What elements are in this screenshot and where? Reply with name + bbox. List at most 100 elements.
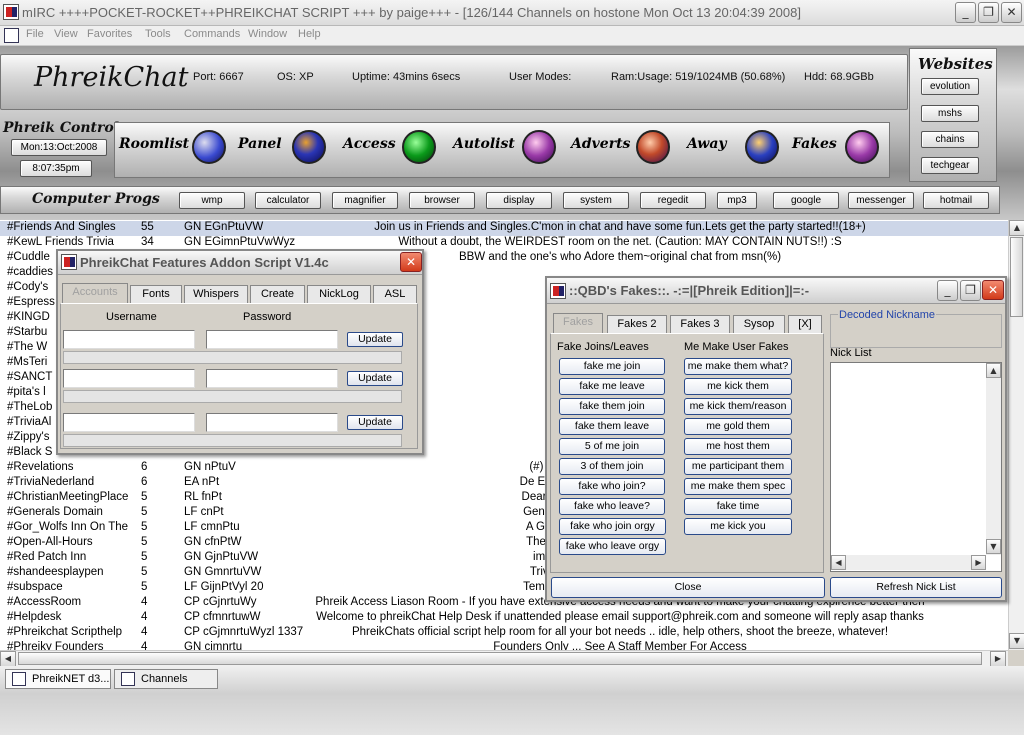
fake-join-button[interactable]: fake them join bbox=[559, 398, 665, 415]
minimize-button[interactable]: _ bbox=[955, 2, 976, 23]
username-input-2[interactable] bbox=[63, 369, 195, 388]
tab-fakes[interactable]: Fakes bbox=[553, 313, 603, 333]
tab-asl[interactable]: ASL bbox=[373, 285, 417, 303]
user-fake-button[interactable]: me make them spec bbox=[684, 478, 792, 495]
password-input-2[interactable] bbox=[206, 369, 338, 388]
control-autolist-label[interactable]: Autolist bbox=[453, 136, 515, 152]
user-fake-button[interactable]: me make them what? bbox=[684, 358, 792, 375]
channel-row[interactable]: #Helpdesk 4 CP cfmnrtuwW Welcome to phreikC… bbox=[0, 611, 1008, 626]
update-button-3[interactable]: Update bbox=[347, 415, 403, 430]
fake-join-button[interactable]: fake me join bbox=[559, 358, 665, 375]
prog-system-button[interactable]: system bbox=[563, 192, 629, 209]
tab-fakes-2[interactable]: Fakes 2 bbox=[607, 315, 667, 333]
prog-google-button[interactable]: google bbox=[773, 192, 839, 209]
fakes-title-bar[interactable]: ::QBD's Fakes::. -:=|[Phreik Edition]|=:… bbox=[547, 278, 1005, 304]
control-adverts-label[interactable]: Adverts bbox=[571, 136, 630, 152]
access-dollar-icon[interactable] bbox=[402, 130, 436, 164]
prog-hotmail-button[interactable]: hotmail bbox=[923, 192, 989, 209]
tab-whispers[interactable]: Whispers bbox=[184, 285, 248, 303]
scroll-right-icon[interactable]: ▶ bbox=[990, 651, 1006, 667]
hscroll-thumb[interactable] bbox=[18, 652, 982, 665]
tab-create[interactable]: Create bbox=[250, 285, 305, 303]
window-title-bar[interactable]: mIRC ++++POCKET-ROCKET++PHREIKCHAT SCRIP… bbox=[0, 0, 1024, 26]
close-button[interactable]: ✕ bbox=[1001, 2, 1022, 23]
control-access-label[interactable]: Access bbox=[343, 136, 396, 152]
roomlist-orb-icon[interactable] bbox=[192, 130, 226, 164]
tab-accounts[interactable]: Accounts bbox=[62, 283, 128, 303]
prog-mp3-button[interactable]: mp3 bbox=[717, 192, 757, 209]
prog-magnifier-button[interactable]: magnifier bbox=[332, 192, 398, 209]
fakes-maximize-button[interactable]: ❐ bbox=[960, 280, 981, 301]
fakes-close-button[interactable]: ✕ bbox=[982, 280, 1004, 300]
task-channels[interactable]: Channels bbox=[114, 669, 218, 689]
prog-wmp-button[interactable]: wmp bbox=[179, 192, 245, 209]
website-techgear-button[interactable]: techgear bbox=[921, 157, 979, 174]
menu-help[interactable]: Help bbox=[298, 28, 321, 40]
user-fake-button[interactable]: me gold them bbox=[684, 418, 792, 435]
task-phreiknet[interactable]: PhreikNET d3... bbox=[5, 669, 111, 689]
channel-row[interactable]: #Phreiky Founders 4 GN cjmnrtu Founders Onl… bbox=[0, 641, 1008, 650]
password-input-1[interactable] bbox=[206, 330, 338, 349]
tab-fonts[interactable]: Fonts bbox=[130, 285, 182, 303]
prog-messenger-button[interactable]: messenger bbox=[848, 192, 914, 209]
channel-row[interactable]: #Friends And Singles 55 GN EGnPtuVW Join us… bbox=[0, 221, 1008, 236]
prog-regedit-button[interactable]: regedit bbox=[640, 192, 706, 209]
fake-join-button[interactable]: fake who join? bbox=[559, 478, 665, 495]
prog-browser-button[interactable]: browser bbox=[409, 192, 475, 209]
scroll-left-icon[interactable]: ◀ bbox=[0, 651, 16, 667]
refresh-nicklist-button[interactable]: Refresh Nick List bbox=[830, 577, 1002, 598]
prog-display-button[interactable]: display bbox=[486, 192, 552, 209]
horizontal-scrollbar[interactable]: ◀ ▶ bbox=[0, 650, 1008, 667]
fake-join-button[interactable]: fake who leave orgy bbox=[559, 538, 666, 555]
nicklist-right-icon[interactable]: ▶ bbox=[971, 555, 986, 570]
nicklist-hscrollbar[interactable]: ◀ ▶ bbox=[831, 555, 986, 570]
website-mshs-button[interactable]: mshs bbox=[921, 105, 979, 122]
tab-nicklog[interactable]: NickLog bbox=[307, 285, 371, 303]
control-panel-label[interactable]: Panel bbox=[238, 136, 282, 152]
vertical-scrollbar[interactable]: ▲ ▼ bbox=[1008, 220, 1024, 650]
username-input-1[interactable] bbox=[63, 330, 195, 349]
user-fake-button[interactable]: me kick them bbox=[684, 378, 792, 395]
close-button-dialog[interactable]: Close bbox=[551, 577, 825, 598]
menu-commands[interactable]: Commands bbox=[184, 28, 240, 40]
scroll-down-icon[interactable]: ▼ bbox=[1009, 633, 1024, 649]
fake-join-button[interactable]: fake who join orgy bbox=[559, 518, 666, 535]
user-fake-button[interactable]: me kick you bbox=[684, 518, 792, 535]
addon-close-button[interactable]: ✕ bbox=[400, 252, 422, 272]
menu-view[interactable]: View bbox=[54, 28, 78, 40]
menu-window[interactable]: Window bbox=[248, 28, 287, 40]
addon-title-bar[interactable]: PhreikChat Features Addon Script V1.4c ✕ bbox=[58, 251, 422, 275]
user-fake-button[interactable]: fake time bbox=[684, 498, 792, 515]
control-roomlist-label[interactable]: Roomlist bbox=[119, 136, 189, 152]
username-input-3[interactable] bbox=[63, 413, 195, 432]
scroll-thumb[interactable] bbox=[1010, 237, 1023, 317]
fake-join-button[interactable]: fake who leave? bbox=[559, 498, 665, 515]
nicklist-down-icon[interactable]: ▼ bbox=[986, 539, 1001, 554]
website-evolution-button[interactable]: evolution bbox=[921, 78, 979, 95]
mirc-app-icon[interactable] bbox=[3, 4, 19, 20]
adverts-orb-icon[interactable] bbox=[636, 130, 670, 164]
tab-close-x[interactable]: [X] bbox=[788, 315, 822, 333]
user-fake-button[interactable]: me participant them bbox=[684, 458, 792, 475]
nicklist-left-icon[interactable]: ◀ bbox=[831, 555, 846, 570]
fakes-minimize-button[interactable]: _ bbox=[937, 280, 958, 301]
control-fakes-label[interactable]: Fakes bbox=[792, 136, 837, 152]
website-chains-button[interactable]: chains bbox=[921, 131, 979, 148]
fake-join-button[interactable]: 5 of me join bbox=[559, 438, 665, 455]
menu-favorites[interactable]: Favorites bbox=[87, 28, 132, 40]
fake-join-button[interactable]: fake me leave bbox=[559, 378, 665, 395]
maximize-button[interactable]: ❐ bbox=[978, 2, 999, 23]
nicklist-scrollbar[interactable]: ▲ ▼ bbox=[986, 363, 1001, 555]
panel-orb-icon[interactable] bbox=[292, 130, 326, 164]
prog-calculator-button[interactable]: calculator bbox=[255, 192, 321, 209]
fakes-orb-icon[interactable] bbox=[845, 130, 879, 164]
scroll-up-icon[interactable]: ▲ bbox=[1009, 220, 1024, 236]
fake-join-button[interactable]: fake them leave bbox=[559, 418, 665, 435]
fake-join-button[interactable]: 3 of them join bbox=[559, 458, 665, 475]
tab-sysop[interactable]: Sysop bbox=[733, 315, 785, 333]
menu-file[interactable]: File bbox=[26, 28, 44, 40]
update-button-2[interactable]: Update bbox=[347, 371, 403, 386]
autolist-orb-icon[interactable] bbox=[522, 130, 556, 164]
update-button-1[interactable]: Update bbox=[347, 332, 403, 347]
user-fake-button[interactable]: me host them bbox=[684, 438, 792, 455]
